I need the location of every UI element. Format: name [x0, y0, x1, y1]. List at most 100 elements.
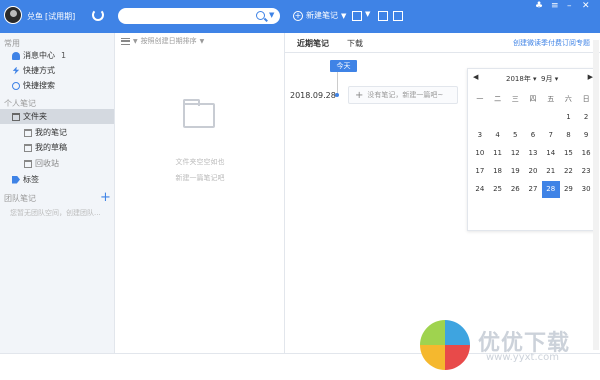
calendar: ◀ 2018年 ▾ 9月 ▾ ▶ 一二三四五六日 1 2 3 4 5 6 7 8 9 10 11 12 1… [467, 68, 597, 231]
skin-icon[interactable]: ♣ [535, 1, 543, 11]
chevron-down-icon[interactable]: ▼ [133, 38, 138, 45]
search-input[interactable] [118, 8, 248, 24]
sidebar-item-trash[interactable]: 回收站 [0, 156, 114, 171]
sync-icon[interactable] [92, 9, 104, 21]
search-box[interactable]: ▼ [118, 8, 280, 24]
month-value: 9月 [541, 75, 553, 83]
messages-label: 消息中心 [23, 51, 55, 60]
year-value: 2018年 [506, 75, 531, 83]
calendar-day[interactable]: 20 [524, 163, 542, 180]
calendar-day[interactable]: 7 [542, 127, 560, 144]
sidebar-item-messages[interactable]: 消息中心 1 [0, 48, 114, 63]
month-select[interactable]: 9月 ▾ [541, 74, 558, 84]
folder-icon [24, 128, 32, 137]
calendar-day[interactable]: 26 [506, 181, 524, 198]
calendar-blank [471, 109, 489, 126]
section-team: 团队笔记 [4, 194, 36, 203]
calendar-day[interactable]: 13 [524, 145, 542, 162]
calendar-day[interactable]: 29 [560, 181, 578, 198]
bolt-icon [12, 66, 20, 75]
weekday-label: 五 [547, 95, 555, 103]
list-view-icon[interactable] [121, 37, 130, 45]
folder-icon [12, 112, 20, 121]
plus-icon: + [293, 10, 303, 21]
chevron-down-icon[interactable]: ▼ [365, 10, 370, 18]
calendar-day[interactable]: 19 [506, 163, 524, 180]
tab-divider [285, 52, 600, 53]
menu-icon[interactable]: ≡ [551, 1, 559, 11]
calendar-day[interactable]: 21 [542, 163, 560, 180]
tab-recent-notes[interactable]: 近期笔记 [297, 38, 329, 49]
calendar-day[interactable]: 28 [541, 181, 560, 198]
chevron-left-icon[interactable]: ◀ [473, 73, 478, 81]
sidebar-item-quick-search[interactable]: 快捷搜索 [0, 78, 114, 93]
search-icon [12, 81, 20, 90]
calendar-day[interactable]: 24 [471, 181, 489, 198]
calendar-day[interactable]: 3 [471, 127, 489, 144]
chevron-down-icon[interactable]: ▼ [200, 38, 205, 45]
sidebar-item-shortcuts[interactable]: 快捷方式 [0, 63, 114, 78]
add-team-button[interactable]: + [100, 190, 111, 205]
calendar-day[interactable]: 27 [524, 181, 542, 198]
plus-icon: + [355, 89, 364, 101]
scrollbar[interactable] [593, 40, 599, 350]
timeline-date: 2018.09.28 [290, 91, 336, 100]
home-icon[interactable] [393, 11, 403, 21]
folder-label: 文件夹 [23, 112, 47, 121]
new-note-button[interactable]: + 新建笔记 ▼ [293, 10, 346, 21]
chevron-down-icon[interactable]: ▼ [341, 12, 346, 20]
sidebar-item-folder[interactable]: 文件夹 [0, 109, 114, 124]
search-icon[interactable] [256, 11, 265, 20]
sort-selector[interactable]: ▼ 按照创建日期排序 ▼ [121, 36, 204, 46]
weekday-label: 二 [494, 95, 502, 103]
calendar-day[interactable]: 22 [560, 163, 578, 180]
shortcuts-label: 快捷方式 [23, 66, 55, 75]
calendar-day[interactable]: 10 [471, 145, 489, 162]
main-panel: 近期笔记 下载 创建微读季付费订阅专题 今天 2018.09.28 + 没有笔记… [285, 33, 600, 353]
year-select[interactable]: 2018年 ▾ [506, 74, 537, 84]
avatar[interactable] [4, 6, 22, 24]
sidebar-item-tags[interactable]: 标签 [0, 172, 114, 187]
calendar-day[interactable]: 4 [489, 127, 507, 144]
team-empty-text: 您暂无团队空间，创建团队... [10, 209, 101, 217]
calendar-day[interactable]: 5 [506, 127, 524, 144]
username[interactable]: 兑鱼 [27, 11, 43, 22]
promo-link[interactable]: 创建微读季付费订阅专题 [513, 38, 590, 48]
calendar-day[interactable]: 1 [560, 109, 578, 126]
timeline-line [337, 72, 338, 94]
section-personal: 个人笔记 [4, 99, 36, 108]
calendar-day[interactable]: 18 [489, 163, 507, 180]
calendar-grid: 一二三四五六日 1 2 3 4 5 6 7 8 9 10 11 12 13 14 15 16 17 18 19 20 21… [471, 91, 595, 198]
calendar-day[interactable]: 6 [524, 127, 542, 144]
sidebar: 常用 消息中心 1 快捷方式 快捷搜索 个人笔记 文件夹 我的笔记 我的草稿 回… [0, 33, 115, 353]
calendar-day[interactable]: 14 [542, 145, 560, 162]
calendar-day[interactable]: 8 [560, 127, 578, 144]
quick-search-label: 快捷搜索 [23, 81, 55, 90]
grid-icon[interactable] [378, 11, 388, 21]
trial-badge[interactable]: [试用期] [45, 11, 75, 22]
calendar-day[interactable]: 12 [506, 145, 524, 162]
calendar-day[interactable]: 17 [471, 163, 489, 180]
weekday-label: 一 [476, 95, 484, 103]
today-button[interactable]: 今天 [330, 60, 357, 72]
top-bar: 兑鱼 [试用期] ▼ + 新建笔记 ▼ ▼ ♣ ≡ – ✕ [0, 0, 600, 33]
close-icon[interactable]: ✕ [582, 1, 590, 11]
calendar-day[interactable]: 11 [489, 145, 507, 162]
calendar-blank [524, 109, 542, 126]
calendar-blank [489, 109, 507, 126]
trash-label: 回收站 [35, 159, 59, 168]
watermark-logo [420, 320, 470, 370]
calendar-day[interactable]: 25 [489, 181, 507, 198]
calendar-blank [506, 109, 524, 126]
new-note-placeholder[interactable]: + 没有笔记，新建一篇吧~ [348, 86, 458, 104]
folder-icon [24, 143, 32, 152]
sync-screen-icon[interactable] [352, 11, 362, 21]
minimize-icon[interactable]: – [567, 1, 572, 11]
sort-label: 按照创建日期排序 [140, 37, 197, 45]
calendar-day[interactable]: 15 [560, 145, 578, 162]
placeholder-text: 没有笔记，新建一篇吧~ [367, 91, 444, 99]
sidebar-item-my-notes[interactable]: 我的笔记 [0, 125, 114, 140]
chevron-down-icon[interactable]: ▼ [269, 11, 274, 19]
tab-download[interactable]: 下载 [347, 38, 363, 49]
sidebar-item-my-drafts[interactable]: 我的草稿 [0, 140, 114, 155]
